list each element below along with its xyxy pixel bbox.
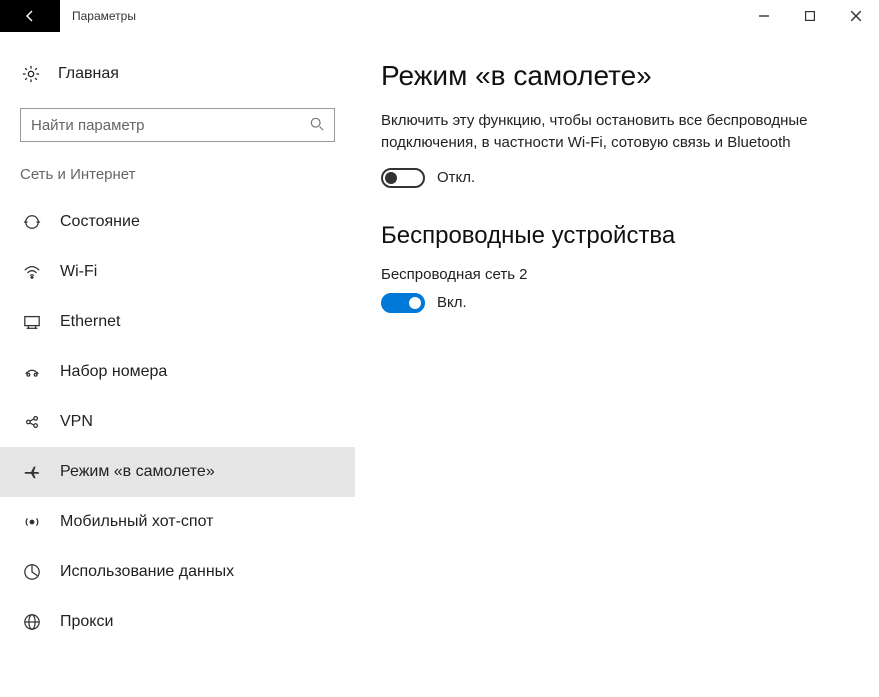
- search-placeholder: Найти параметр: [31, 117, 145, 134]
- maximize-button[interactable]: [787, 0, 833, 32]
- main-content: Режим «в самолете» Включить эту функцию,…: [355, 32, 879, 697]
- sidebar-item-label: Мобильный хот-спот: [60, 513, 213, 531]
- sidebar-item-label: Wi-Fi: [60, 263, 97, 281]
- airplane-description: Включить эту функцию, чтобы остановить в…: [381, 110, 821, 154]
- sidebar-item-label: VPN: [60, 413, 93, 431]
- search-input[interactable]: Найти параметр: [20, 108, 335, 142]
- wireless-toggle-label: Вкл.: [437, 294, 467, 311]
- minimize-button[interactable]: [741, 0, 787, 32]
- home-link[interactable]: Главная: [0, 52, 355, 96]
- wifi-icon: [22, 263, 42, 281]
- airplane-toggle-label: Откл.: [437, 169, 475, 186]
- sidebar-item-label: Использование данных: [60, 563, 234, 581]
- sidebar-item-status[interactable]: Состояние: [0, 197, 355, 247]
- vpn-icon: [22, 413, 42, 431]
- sidebar-item-datausage[interactable]: Использование данных: [0, 547, 355, 597]
- sidebar-item-label: Режим «в самолете»: [60, 463, 215, 481]
- wireless-heading: Беспроводные устройства: [381, 222, 849, 250]
- status-icon: [22, 213, 42, 231]
- sidebar-item-label: Прокси: [60, 613, 113, 631]
- group-header: Сеть и Интернет: [0, 160, 355, 197]
- window-controls: [741, 0, 879, 32]
- sidebar-item-vpn[interactable]: VPN: [0, 397, 355, 447]
- sidebar-item-wifi[interactable]: Wi-Fi: [0, 247, 355, 297]
- datausage-icon: [22, 563, 42, 581]
- sidebar-item-ethernet[interactable]: Ethernet: [0, 297, 355, 347]
- close-button[interactable]: [833, 0, 879, 32]
- proxy-icon: [22, 613, 42, 631]
- gear-icon: [22, 65, 40, 83]
- sidebar-item-airplane[interactable]: Режим «в самолете»: [0, 447, 355, 497]
- sidebar-item-label: Ethernet: [60, 313, 120, 331]
- airplane-mode-toggle[interactable]: [381, 168, 425, 188]
- sidebar-item-dialup[interactable]: Набор номера: [0, 347, 355, 397]
- window-title: Параметры: [60, 0, 741, 32]
- back-button[interactable]: [0, 0, 60, 32]
- sidebar: Главная Найти параметр Сеть и Интернет С…: [0, 32, 355, 697]
- sidebar-item-hotspot[interactable]: Мобильный хот-спот: [0, 497, 355, 547]
- sidebar-item-proxy[interactable]: Прокси: [0, 597, 355, 647]
- dialup-icon: [22, 363, 42, 381]
- hotspot-icon: [22, 513, 42, 531]
- titlebar: Параметры: [0, 0, 879, 32]
- sidebar-item-label: Набор номера: [60, 363, 167, 381]
- sidebar-item-label: Состояние: [60, 213, 140, 231]
- wireless-device-name: Беспроводная сеть 2: [381, 266, 849, 283]
- ethernet-icon: [22, 313, 42, 331]
- search-icon: [310, 117, 324, 134]
- home-label: Главная: [58, 65, 119, 83]
- airplane-icon: [22, 463, 42, 481]
- wireless-toggle[interactable]: [381, 293, 425, 313]
- page-heading: Режим «в самолете»: [381, 60, 849, 92]
